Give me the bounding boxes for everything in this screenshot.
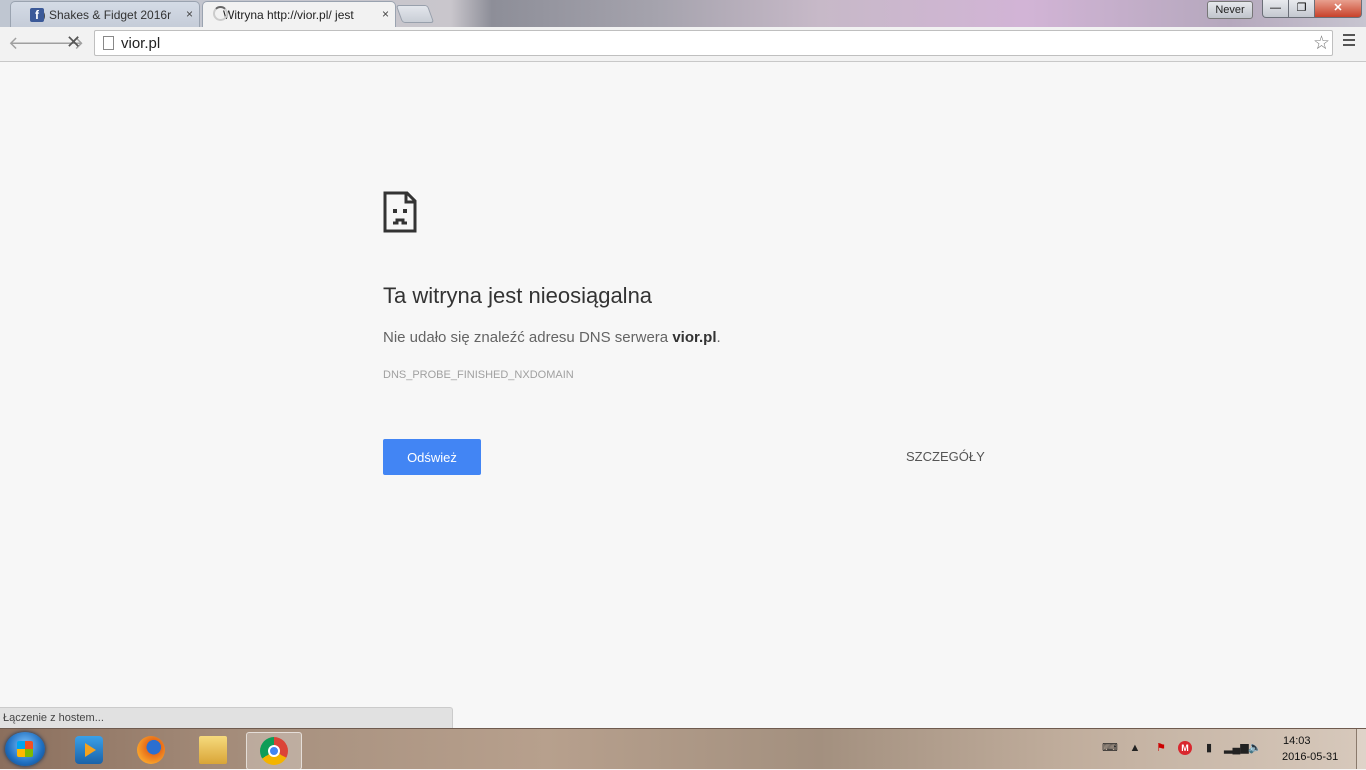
taskbar-chrome[interactable] [246,732,302,770]
loading-spinner-icon [213,6,228,21]
clock-date[interactable]: 2016-05-31 [1282,751,1338,763]
page-icon [103,36,114,50]
tab-shakes-fidget[interactable]: f (7) Shakes & Fidget 2016r. × [10,1,200,27]
maximize-button[interactable]: ❐ [1288,0,1315,18]
network-flag-icon[interactable]: ⚑ [1154,741,1168,755]
minimize-button[interactable]: — [1262,0,1289,18]
page-content [0,62,1366,728]
facebook-icon: f [30,8,44,22]
chrome-menu-icon[interactable] [1343,34,1355,49]
status-bubble: Łączenie z hostem... [0,707,453,728]
windows-logo-icon [17,741,33,757]
windows-media-player-icon [75,736,103,764]
sad-page-icon [383,191,417,233]
keyboard-icon[interactable]: ⌨ [1102,741,1118,755]
browser-toolbar: 🡐 🡒 ✕ vior.pl ☆ [0,27,1366,62]
firefox-icon [137,736,165,764]
error-host: vior.pl [672,329,717,346]
show-hidden-icon[interactable]: ▲ [1128,741,1142,755]
url-text[interactable]: vior.pl [121,35,160,52]
show-desktop-button[interactable] [1356,729,1366,769]
reload-button[interactable]: Odśwież [383,439,481,475]
start-button[interactable] [5,732,45,766]
taskbar-firefox[interactable] [124,732,178,768]
error-title: Ta witryna jest nieosiągalna [383,283,653,308]
title-bar: f (7) Shakes & Fidget 2016r. × Witryna h… [0,0,1366,27]
tab-vior[interactable]: Witryna http://vior.pl/ jest × [202,1,396,27]
close-window-button[interactable]: ✕ [1314,0,1362,18]
error-description-text: Nie udało się znaleźć adresu DNS serwera [383,329,673,346]
tab-title: (7) Shakes & Fidget 2016r. [31,7,171,22]
explorer-icon [199,736,227,764]
stop-loading-icon[interactable]: ✕ [66,32,81,53]
new-tab-button[interactable] [395,5,435,23]
volume-icon[interactable]: 🔈 [1248,741,1262,755]
details-button[interactable]: SZCZEGÓŁY [906,449,985,464]
tab-close-icon[interactable]: × [382,7,389,21]
never-button[interactable]: Never [1207,1,1253,19]
address-bar[interactable]: vior.pl ☆ [94,30,1333,56]
signal-icon[interactable]: ▂▄▆ [1224,741,1249,755]
error-description: Nie udało się znaleźć adresu DNS serwera… [383,329,721,346]
bookmark-star-icon[interactable]: ☆ [1313,32,1330,55]
tab-close-icon[interactable]: × [186,7,193,21]
taskbar-media-player[interactable] [62,732,116,768]
mega-icon[interactable]: M [1178,741,1192,755]
chrome-icon [260,737,288,765]
tab-title: Witryna http://vior.pl/ jest [223,7,354,22]
windows-taskbar: ⌨ ▲ ⚑ M ▮ ▂▄▆ 🔈 14:03 2016-05-31 [0,728,1366,770]
battery-icon[interactable]: ▮ [1202,741,1216,755]
clock-time[interactable]: 14:03 [1283,735,1311,747]
taskbar-explorer[interactable] [186,732,240,768]
error-description-end: . [716,329,721,346]
error-code: DNS_PROBE_FINISHED_NXDOMAIN [383,369,574,381]
